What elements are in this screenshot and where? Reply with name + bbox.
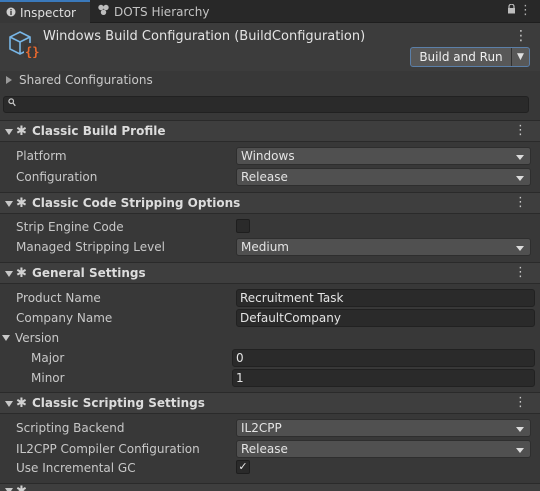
foldout-arrow-icon[interactable] [2, 335, 10, 341]
configuration-value: Release [241, 170, 288, 184]
section-classic-build-profile[interactable]: ✱ Classic Build Profile ⋮ [0, 120, 540, 142]
platform-row: Platform Windows [0, 146, 540, 166]
configuration-dropdown[interactable]: Release [236, 168, 531, 186]
section-menu-icon[interactable]: ⋮ [514, 123, 527, 138]
tab-dots-hierarchy[interactable]: DOTS Hierarchy [97, 0, 217, 23]
minor-row: Minor 1 [0, 368, 540, 388]
scripting-backend-value: IL2CPP [241, 421, 282, 435]
section-title: General Settings [32, 266, 146, 280]
compiler-config-value: Release [241, 442, 288, 456]
product-name-label: Product Name [16, 291, 101, 305]
foldout-arrow-icon[interactable] [5, 201, 13, 207]
scripting-backend-dropdown[interactable]: IL2CPP [236, 419, 531, 437]
strip-engine-checkbox[interactable] [236, 219, 250, 233]
page-title: Windows Build Configuration (BuildConfig… [43, 29, 366, 44]
section-menu-icon[interactable]: ⋮ [514, 195, 527, 210]
header-menu-icon[interactable]: ⋮ [514, 28, 528, 44]
chevron-down-icon [516, 427, 524, 432]
managed-stripping-label: Managed Stripping Level [16, 240, 165, 254]
section-title: Classic Code Stripping Options [32, 196, 241, 210]
section-title: Classic Scripting Settings [32, 396, 205, 410]
puzzle-icon: ✱ [16, 266, 27, 281]
svg-text:{}: {} [25, 45, 39, 59]
foldout-arrow-icon[interactable] [5, 401, 13, 407]
company-name-label: Company Name [16, 311, 113, 325]
minor-value: 1 [236, 371, 244, 385]
foldout-arrow-icon[interactable] [5, 129, 13, 135]
company-name-field[interactable]: DefaultCompany [236, 309, 535, 327]
product-name-row: Product Name Recruitment Task [0, 288, 540, 308]
product-name-field[interactable]: Recruitment Task [236, 289, 535, 307]
scripting-backend-label: Scripting Backend [16, 421, 125, 435]
product-name-value: Recruitment Task [240, 291, 344, 305]
minor-field[interactable]: 1 [232, 369, 535, 387]
scripting-backend-row: Scripting Backend IL2CPP [0, 418, 540, 438]
build-configuration-icon: {} [8, 29, 40, 61]
build-and-run-label[interactable]: Build and Run [411, 48, 512, 66]
compiler-config-dropdown[interactable]: Release [236, 440, 531, 458]
strip-engine-row: Strip Engine Code [0, 217, 540, 237]
lock-icon[interactable] [507, 3, 516, 17]
tab-inspector[interactable]: Inspector [0, 0, 90, 23]
major-value: 0 [236, 351, 244, 365]
major-row: Major 0 [0, 348, 540, 368]
major-label: Major [31, 351, 65, 365]
puzzle-icon: ✱ [16, 196, 27, 211]
strip-engine-label: Strip Engine Code [16, 220, 124, 234]
shared-configurations-label: Shared Configurations [19, 73, 153, 87]
platform-dropdown[interactable]: Windows [236, 147, 531, 165]
section-title: Classic Build Profile [32, 124, 166, 138]
managed-stripping-value: Medium [241, 240, 289, 254]
search-input[interactable] [3, 96, 529, 113]
section-general-settings[interactable]: ✱ General Settings ⋮ [0, 262, 540, 284]
version-foldout[interactable]: Version [0, 328, 540, 348]
tab-label: DOTS Hierarchy [114, 4, 210, 19]
minor-label: Minor [31, 371, 65, 385]
platform-value: Windows [241, 149, 295, 163]
chevron-down-icon [516, 448, 524, 453]
search-icon [8, 98, 16, 110]
major-field[interactable]: 0 [232, 349, 535, 367]
incremental-gc-checkbox[interactable]: ✓ [236, 460, 250, 474]
foldout-arrow-icon[interactable] [6, 76, 12, 84]
managed-stripping-row: Managed Stripping Level Medium [0, 237, 540, 257]
chevron-down-icon [516, 246, 524, 251]
shared-configurations-foldout[interactable]: Shared Configurations [0, 71, 540, 89]
chevron-down-icon[interactable]: ▼ [512, 48, 529, 66]
section-next-cutoff[interactable]: ✱ [0, 483, 540, 491]
version-label: Version [15, 331, 60, 345]
incremental-gc-label: Use Incremental GC [16, 461, 136, 475]
inspector-header: {} Windows Build Configuration (BuildCon… [0, 23, 540, 71]
tab-bar: Inspector DOTS Hierarchy ⋮ [0, 0, 540, 23]
section-menu-icon[interactable]: ⋮ [514, 395, 527, 410]
company-name-value: DefaultCompany [240, 311, 341, 325]
incremental-gc-row: Use Incremental GC ✓ [0, 458, 540, 478]
build-and-run-button[interactable]: Build and Run ▼ [410, 47, 530, 67]
section-scripting-settings[interactable]: ✱ Classic Scripting Settings ⋮ [0, 392, 540, 414]
foldout-arrow-icon[interactable] [5, 271, 13, 277]
chevron-down-icon [516, 155, 524, 160]
section-code-stripping[interactable]: ✱ Classic Code Stripping Options ⋮ [0, 192, 540, 214]
platform-label: Platform [16, 149, 67, 163]
puzzle-icon: ✱ [16, 124, 27, 139]
hierarchy-icon [97, 4, 110, 19]
puzzle-icon: ✱ [16, 484, 27, 491]
puzzle-icon: ✱ [16, 396, 27, 411]
chevron-down-icon [516, 176, 524, 181]
tab-label: Inspector [20, 5, 76, 20]
configuration-row: Configuration Release [0, 167, 540, 187]
configuration-label: Configuration [16, 170, 98, 184]
compiler-config-row: IL2CPP Compiler Configuration Release [0, 439, 540, 459]
section-menu-icon[interactable]: ⋮ [514, 265, 527, 280]
compiler-config-label: IL2CPP Compiler Configuration [16, 442, 200, 456]
info-icon [6, 6, 16, 20]
tab-menu-icon[interactable]: ⋮ [519, 3, 532, 18]
company-name-row: Company Name DefaultCompany [0, 308, 540, 328]
managed-stripping-dropdown[interactable]: Medium [236, 238, 531, 256]
